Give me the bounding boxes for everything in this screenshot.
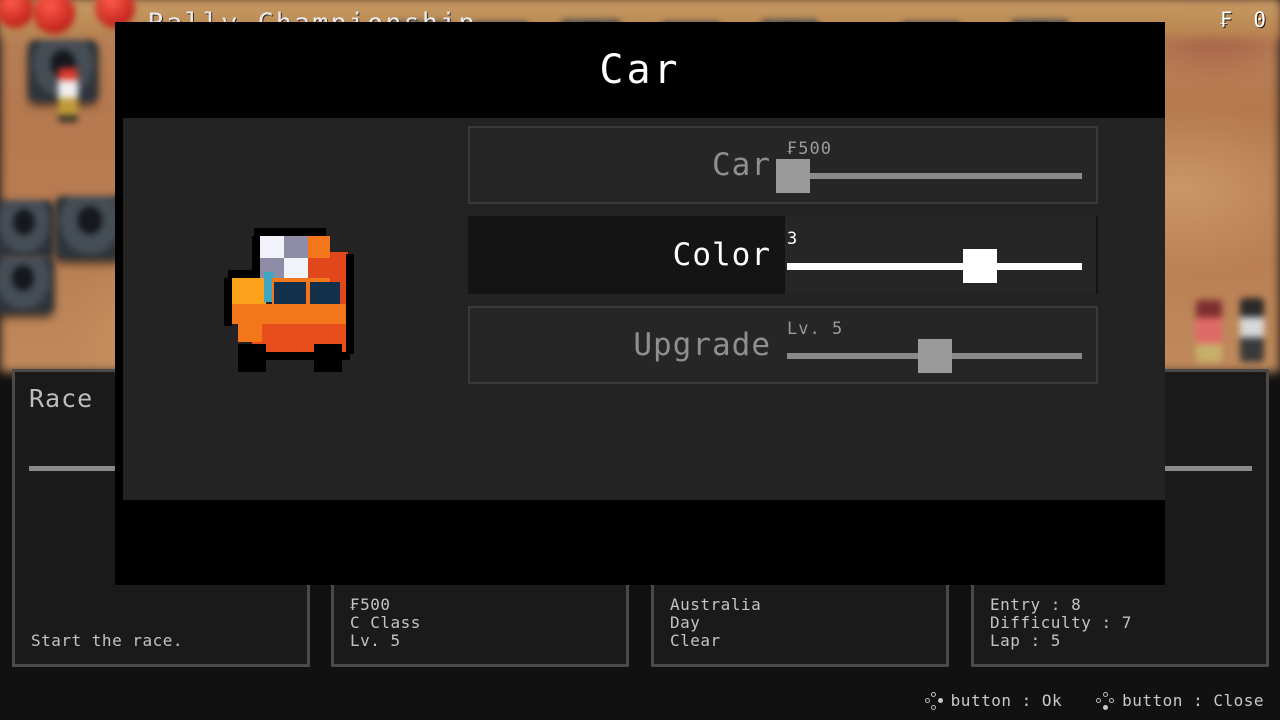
gamepad-button-right-icon [924, 691, 943, 710]
row-color[interactable]: Color 3 [468, 216, 1098, 294]
slider-upgrade[interactable]: Lv. 5 [785, 306, 1096, 384]
car-body-mid [232, 304, 350, 324]
hint-label: button : Ok [950, 691, 1063, 710]
slider-track[interactable] [787, 173, 1082, 179]
money-amount: 0 [1253, 8, 1270, 32]
card-body: Entry : 8 Difficulty : 7 Lap : 5 [990, 596, 1252, 650]
gamepad-button-bottom-icon [1096, 691, 1115, 710]
modal-title: Car [599, 47, 681, 93]
card-line: Clear [670, 631, 721, 650]
card-line: Australia [670, 595, 762, 614]
slider-track[interactable] [787, 263, 1082, 270]
hint-ok[interactable]: button : Ok [924, 691, 1063, 710]
hint-label: button : Close [1122, 691, 1264, 710]
slider-knob[interactable] [775, 159, 810, 193]
slider-value: 3 [787, 229, 799, 249]
card-body: ₣500 C Class Lv. 5 [350, 596, 612, 650]
card-body: Start the race. [31, 632, 293, 650]
car-roof-white-2 [284, 258, 308, 278]
button-hints: button : Ok button : Close [924, 691, 1264, 710]
car-window-front [274, 282, 306, 304]
car-roof-gray-1 [284, 236, 308, 258]
car-outline-right [346, 254, 354, 354]
slider-color[interactable]: 3 [785, 216, 1096, 294]
background-character [58, 68, 78, 122]
money-indicator: ₣ 0 [1220, 8, 1270, 32]
row-label: Car [712, 147, 771, 183]
modal-body: Car ₣500 Color 3 Upgrade Lv. 5 [123, 118, 1165, 500]
car-window-rear [310, 282, 340, 304]
card-line: Day [670, 613, 701, 632]
background-character [1196, 300, 1222, 362]
car-roof-orange-r [308, 236, 330, 258]
car-wheel-front [238, 344, 266, 372]
slider-value: ₣500 [787, 139, 832, 159]
currency-symbol: ₣ [1220, 8, 1237, 32]
car-body-sill [238, 322, 262, 342]
car-modal: Car Car ₣500 Color 3 Upgrade Lv. 5 [115, 22, 1165, 585]
card-line: Entry : 8 [990, 595, 1082, 614]
slider-knob[interactable] [917, 339, 952, 373]
car-roof-outline [254, 228, 326, 236]
slider-value: Lv. 5 [787, 319, 844, 339]
card-line: Difficulty : 7 [990, 613, 1132, 632]
card-line: C Class [350, 613, 421, 632]
game-screen: Rally Championship ₣ 0 Race Start the ra… [0, 0, 1280, 720]
slider-car[interactable]: ₣500 [775, 126, 1096, 204]
row-label: Color [672, 237, 771, 273]
tire-stack [0, 256, 54, 314]
car-preview-panel [123, 118, 468, 500]
row-car[interactable]: Car ₣500 [468, 126, 1098, 204]
car-roof-white-1 [260, 236, 284, 258]
slider-knob[interactable] [963, 249, 998, 283]
car-wheel-rear [314, 344, 342, 372]
card-line: Start the race. [31, 631, 183, 650]
card-body: Australia Day Clear [670, 596, 932, 650]
row-upgrade[interactable]: Upgrade Lv. 5 [468, 306, 1098, 384]
hint-close[interactable]: button : Close [1096, 691, 1264, 710]
car-hood-top [228, 270, 260, 278]
car-outline-left [224, 278, 232, 326]
card-line: ₣500 [350, 595, 391, 614]
car-roof-red [308, 258, 330, 278]
background-character [1240, 298, 1264, 362]
car-option-rows: Car ₣500 Color 3 Upgrade Lv. 5 [468, 126, 1098, 396]
card-line: Lv. 5 [350, 631, 401, 650]
card-line: Lap : 5 [990, 631, 1061, 650]
tire-stack [0, 200, 54, 258]
row-label: Upgrade [633, 327, 771, 363]
